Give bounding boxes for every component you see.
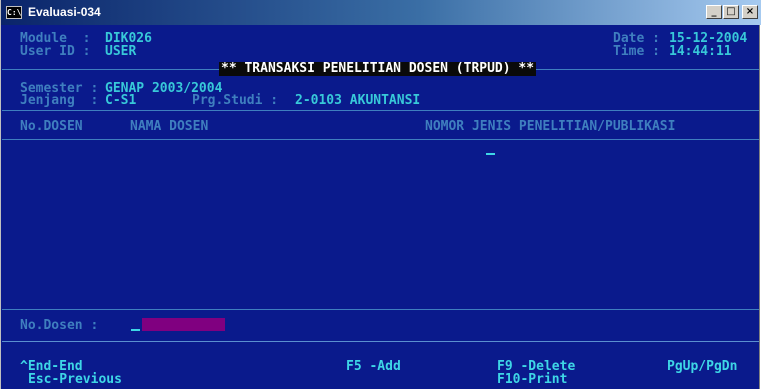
- column-header-nama-dosen: NAMA DOSEN: [130, 119, 209, 134]
- column-header-nomor-jenis: NOMOR JENIS PENELITIAN/PUBLIKASI: [425, 119, 676, 134]
- jenjang-value: C-S1: [105, 93, 137, 108]
- footer-divider: [2, 341, 759, 342]
- prodi-label: Prg.Studi :: [192, 93, 279, 108]
- userid-label: User ID :: [20, 44, 91, 59]
- minimize-button[interactable]: _: [706, 5, 722, 19]
- no-dosen-input[interactable]: [142, 318, 225, 331]
- screen-banner: ** TRANSAKSI PENELITIAN DOSEN (TRPUD) **: [219, 61, 537, 76]
- no-dosen-label: No.Dosen :: [20, 318, 99, 333]
- input-cursor: [131, 329, 140, 331]
- time-value: 14:44:11: [669, 44, 732, 59]
- table-body[interactable]: [2, 140, 759, 308]
- add-key[interactable]: F5 -Add: [346, 360, 401, 373]
- close-button[interactable]: ×: [742, 5, 758, 19]
- time-label: Time :: [613, 44, 660, 59]
- jenjang-label: Jenjang :: [20, 93, 99, 108]
- console-window: C:\ Evaluasi-034 _ □ × Module : DIK026 U…: [0, 0, 761, 389]
- table-bottom-divider: [2, 309, 759, 310]
- console-icon[interactable]: C:\: [6, 6, 22, 19]
- maximize-button[interactable]: □: [723, 5, 739, 19]
- window-title: Evaluasi-034: [28, 5, 101, 19]
- column-header-no-dosen: No.DOSEN: [20, 119, 83, 134]
- userid-value: USER: [105, 44, 137, 59]
- page-key[interactable]: PgUp/PgDn: [667, 360, 737, 373]
- text-cursor: [486, 153, 495, 155]
- prodi-value: 2-0103 AKUNTANSI: [295, 93, 421, 108]
- print-key[interactable]: F10-Print: [497, 373, 567, 386]
- filter-divider: [2, 110, 759, 111]
- esc-key[interactable]: Esc-Previous: [28, 373, 122, 386]
- title-bar[interactable]: C:\ Evaluasi-034 _ □ ×: [1, 0, 761, 25]
